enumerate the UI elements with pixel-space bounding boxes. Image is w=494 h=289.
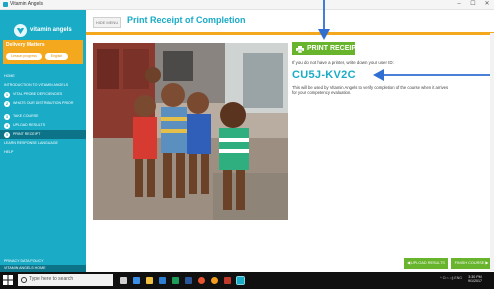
excel-icon[interactable] <box>172 277 179 284</box>
chrome-icon[interactable] <box>198 277 205 284</box>
windows-start-icon[interactable] <box>3 275 13 285</box>
arrow-head-down <box>318 29 330 40</box>
file-explorer-icon[interactable] <box>146 277 153 284</box>
taskbar: Type here to search ^ ⊡ ⌂ ◁) ENG 3:30 PM… <box>0 272 494 289</box>
taskbar-clock[interactable]: 3:30 PM 9/1/2017 <box>468 275 482 284</box>
annotation-arrows <box>318 0 494 81</box>
system-tray[interactable]: ^ ⊡ ⌂ ◁) ENG <box>440 276 462 280</box>
clock-date: 9/1/2017 <box>468 279 482 284</box>
taskbar-search-input[interactable]: Type here to search <box>18 274 113 286</box>
search-placeholder: Type here to search <box>29 276 74 282</box>
search-icon <box>21 277 27 283</box>
vitamin-angels-app-icon[interactable] <box>236 276 245 285</box>
word-icon[interactable] <box>185 277 192 284</box>
previous-step-button[interactable]: ◀ UPLOAD RESULTS <box>404 258 448 269</box>
content-scrollbar[interactable] <box>490 33 494 271</box>
firefox-icon[interactable] <box>211 277 218 284</box>
arrow-head-left <box>373 69 384 81</box>
store-icon[interactable] <box>159 277 166 284</box>
task-view-icon[interactable] <box>120 277 127 284</box>
app-icon[interactable] <box>224 277 231 284</box>
edge-browser-icon[interactable] <box>133 277 140 284</box>
finish-course-button[interactable]: FINISH COURSE ▶ <box>451 258 492 269</box>
